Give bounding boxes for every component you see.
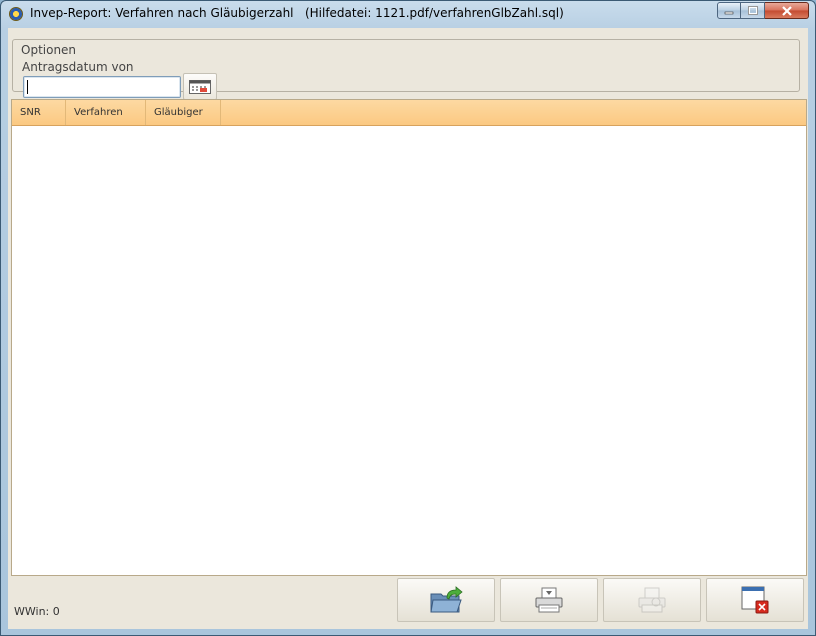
print-preview-button[interactable]: [603, 578, 701, 622]
minimize-icon: [724, 11, 734, 14]
options-group: Optionen Antragsdatum von: [12, 39, 800, 100]
date-from-input[interactable]: [23, 76, 181, 98]
calendar-icon: [189, 79, 211, 94]
column-header-verfahren[interactable]: Verfahren: [66, 100, 146, 125]
column-header-glaeubiger[interactable]: Gläubiger: [146, 100, 221, 125]
app-window: Invep-Report: Verfahren nach Gläubigerza…: [0, 0, 816, 636]
minimize-button[interactable]: [717, 2, 741, 19]
window-title: Invep-Report: Verfahren nach Gläubigerza…: [30, 6, 564, 20]
export-button[interactable]: [397, 578, 495, 622]
export-folder-icon: [430, 586, 463, 613]
caption-buttons: [717, 2, 809, 19]
close-button[interactable]: [765, 2, 809, 19]
client-area: Optionen Antragsdatum von SNR Verfahren …: [8, 28, 808, 629]
column-header-snr[interactable]: SNR: [12, 100, 66, 125]
calendar-button[interactable]: [183, 73, 217, 100]
options-group-label: Optionen: [20, 43, 78, 57]
maximize-button[interactable]: [741, 2, 765, 19]
text-caret: [27, 80, 28, 94]
print-button[interactable]: [500, 578, 598, 622]
table-body[interactable]: [12, 126, 806, 575]
close-window-button[interactable]: [706, 578, 804, 622]
wwin-status: WWin: 0: [14, 605, 60, 618]
printer-icon: [535, 587, 563, 613]
result-table: SNR Verfahren Gläubiger: [11, 99, 807, 576]
app-icon[interactable]: [9, 7, 23, 21]
print-preview-icon: [638, 587, 666, 613]
close-icon: [781, 5, 792, 16]
maximize-icon: [747, 6, 758, 15]
title-bar[interactable]: Invep-Report: Verfahren nach Gläubigerza…: [1, 1, 815, 27]
table-header: SNR Verfahren Gläubiger: [12, 100, 806, 126]
close-window-icon: [741, 586, 769, 614]
bottom-toolbar: WWin: 0: [8, 577, 808, 629]
date-from-label: Antragsdatum von: [22, 60, 134, 74]
